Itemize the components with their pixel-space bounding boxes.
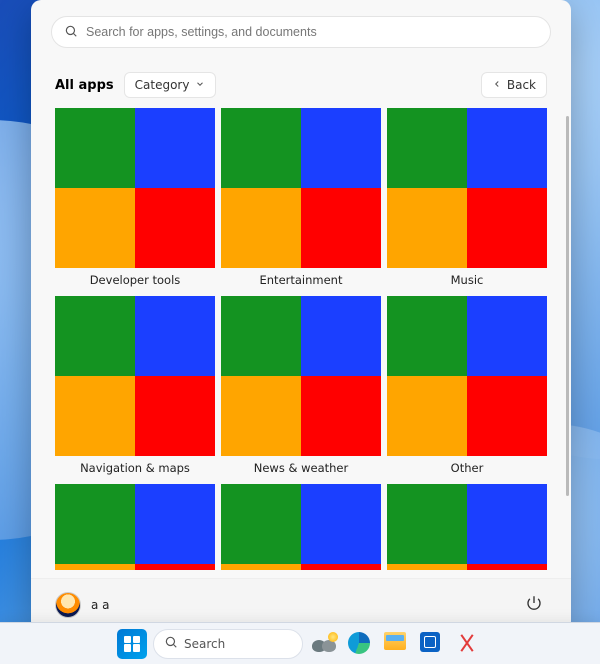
category-thumbnail (55, 108, 215, 268)
category-label: Music (387, 268, 547, 290)
taskbar-widgets[interactable] (309, 629, 339, 659)
category-label: Entertainment (221, 268, 381, 290)
taskbar-search[interactable]: Search (153, 629, 303, 659)
edge-icon (348, 632, 372, 656)
sort-dropdown[interactable]: Category (124, 72, 217, 98)
category-thumbnail (387, 484, 547, 570)
avatar[interactable] (55, 592, 81, 618)
category-thumbnail (55, 484, 215, 570)
category-thumbnail (55, 296, 215, 456)
category-entertainment[interactable]: Entertainment (221, 108, 381, 290)
category-thumbnail (387, 108, 547, 268)
all-apps-header: All apps Category Back (31, 52, 571, 108)
category-music[interactable]: Music (387, 108, 547, 290)
category-developer-tools[interactable]: Developer tools (55, 108, 215, 290)
start-menu: All apps Category Back Developer tools E… (31, 0, 571, 630)
category-thumbnail (221, 296, 381, 456)
category-navigation-maps[interactable]: Navigation & maps (55, 296, 215, 478)
taskbar-file-explorer[interactable] (381, 629, 411, 659)
taskbar-start-button[interactable] (117, 629, 147, 659)
power-button[interactable] (521, 590, 547, 620)
category-label: Navigation & maps (55, 456, 215, 478)
category-label: Other (387, 456, 547, 478)
category-thumbnail (221, 484, 381, 570)
start-icon (124, 636, 140, 652)
category-label: News & weather (221, 456, 381, 478)
category-grid: Developer tools Entertainment Music Navi… (55, 108, 547, 570)
scrollbar[interactable] (566, 116, 569, 496)
back-button[interactable]: Back (481, 72, 547, 98)
widgets-icon (312, 632, 336, 656)
category-item[interactable] (221, 484, 381, 570)
chevron-left-icon (492, 78, 502, 92)
category-thumbnail (387, 296, 547, 456)
taskbar-store[interactable] (417, 629, 447, 659)
search-input[interactable] (86, 25, 538, 39)
category-thumbnail (221, 108, 381, 268)
back-button-label: Back (507, 78, 536, 92)
power-icon (525, 594, 543, 616)
user-name[interactable]: a a (91, 598, 110, 612)
all-apps-title: All apps (55, 78, 114, 93)
snipping-tool-icon (456, 632, 480, 656)
search-icon (64, 23, 78, 42)
search-icon (164, 635, 178, 652)
sort-dropdown-label: Category (135, 78, 190, 92)
category-item[interactable] (55, 484, 215, 570)
taskbar-search-label: Search (184, 637, 225, 651)
category-news-weather[interactable]: News & weather (221, 296, 381, 478)
store-icon (420, 632, 444, 656)
taskbar: Search (0, 622, 600, 664)
search-field[interactable] (51, 16, 551, 48)
taskbar-edge[interactable] (345, 629, 375, 659)
chevron-down-icon (195, 78, 205, 92)
file-explorer-icon (384, 632, 408, 656)
category-label: Developer tools (55, 268, 215, 290)
taskbar-snipping-tool[interactable] (453, 629, 483, 659)
category-item[interactable] (387, 484, 547, 570)
category-other[interactable]: Other (387, 296, 547, 478)
